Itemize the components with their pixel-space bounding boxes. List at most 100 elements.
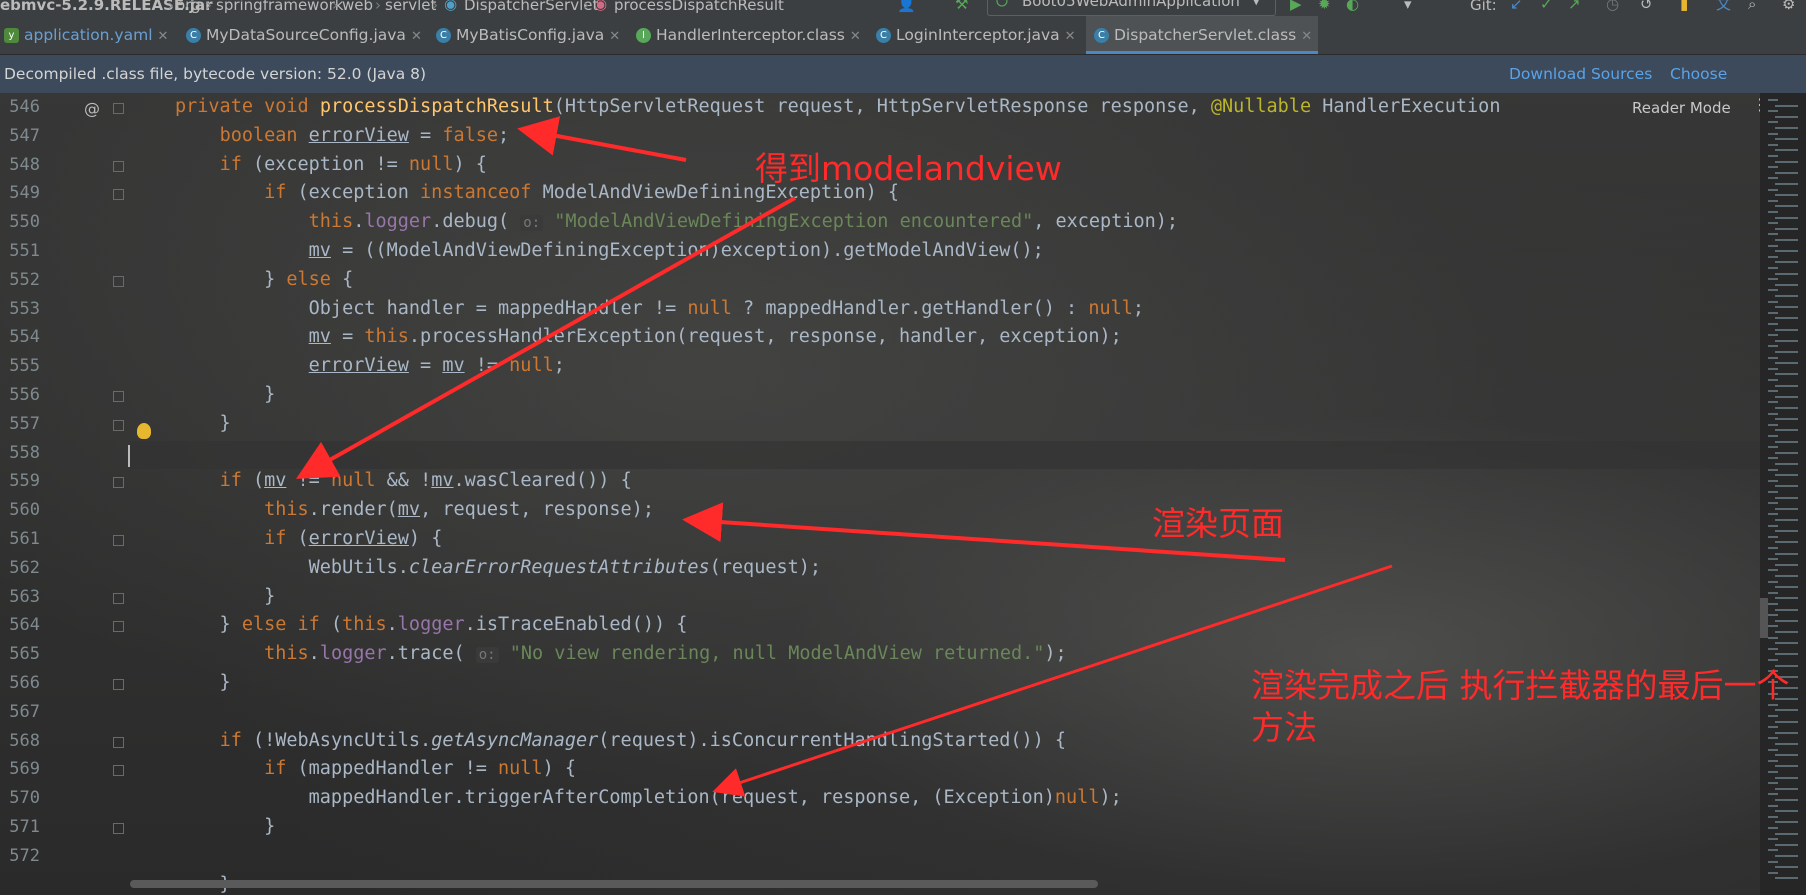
breadcrumb-web[interactable]: web xyxy=(342,0,373,13)
line-number: 550 xyxy=(9,212,40,233)
breadcrumb-springframework[interactable]: springframework xyxy=(216,0,343,13)
code-line[interactable]: private void processDispatchResult(HttpS… xyxy=(175,93,1500,121)
code-line[interactable]: errorView = mv != null; xyxy=(175,352,565,380)
close-icon[interactable]: ✕ xyxy=(850,29,861,44)
translate-icon[interactable]: 文 xyxy=(1716,0,1731,12)
minimap-line xyxy=(1768,390,1778,393)
fold-marker-icon[interactable] xyxy=(113,160,124,172)
breadcrumb-separator: › xyxy=(375,0,381,14)
gear-icon[interactable]: ⚙ xyxy=(1782,0,1795,12)
lightbulb-icon[interactable] xyxy=(137,423,151,439)
line-number: 568 xyxy=(9,730,40,751)
tab-application-yaml[interactable]: y application.yaml ✕ xyxy=(0,16,176,54)
minimap-line xyxy=(1768,435,1778,437)
fold-marker-icon[interactable] xyxy=(113,736,124,748)
code-line[interactable]: this.logger.trace( o: "No view rendering… xyxy=(175,640,1067,669)
code-line[interactable]: if (errorView) { xyxy=(175,525,442,553)
code-line[interactable]: } xyxy=(175,813,275,841)
tab-handlerinterceptor[interactable]: I HandlerInterceptor.class ✕ xyxy=(636,16,868,54)
run-icon[interactable]: ▶ xyxy=(1290,0,1302,12)
close-icon[interactable]: ✕ xyxy=(1301,29,1312,44)
annotation-after-render-line1: 渲染完成之后 执行拦截器的最后一个 xyxy=(1251,666,1790,705)
git-update-icon[interactable]: ↙ xyxy=(1510,0,1523,12)
minimap-line xyxy=(1775,608,1798,611)
fold-marker-icon[interactable] xyxy=(113,419,124,431)
fold-marker-icon[interactable] xyxy=(113,103,124,114)
code-minimap[interactable] xyxy=(1760,93,1806,895)
code-line[interactable]: if (mappedHandler != null) { xyxy=(175,755,576,783)
git-label: Git: xyxy=(1470,0,1497,14)
fold-marker-icon[interactable] xyxy=(113,823,124,834)
minimap-line xyxy=(1775,160,1798,163)
tab-dispatcherservlet[interactable]: C DispatcherServlet.class ✕ xyxy=(1086,16,1318,54)
fold-marker-icon[interactable] xyxy=(113,535,124,546)
breadcrumb-servlet[interactable]: servlet xyxy=(385,0,436,13)
code-line[interactable]: if (!WebAsyncUtils.getAsyncManager(reque… xyxy=(175,727,1067,755)
download-sources-link[interactable]: Download Sources xyxy=(1509,55,1652,93)
code-line[interactable]: } xyxy=(175,410,231,438)
code-line[interactable]: } else if (this.logger.isTraceEnabled())… xyxy=(175,611,688,639)
code-line[interactable]: } xyxy=(175,669,231,697)
close-icon[interactable]: ✕ xyxy=(158,29,169,44)
minimap-line xyxy=(1775,407,1798,409)
coverage-icon[interactable]: ◐ xyxy=(1346,0,1359,12)
minimap-line xyxy=(1768,804,1778,807)
debug-icon[interactable]: ✹ xyxy=(1318,0,1331,12)
tab-mydatasourceconfig[interactable]: C MyDataSourceConfig.java ✕ xyxy=(186,16,422,54)
git-push-icon[interactable]: ↗ xyxy=(1568,0,1581,12)
user-icon[interactable]: 👤 xyxy=(897,0,916,12)
code-line[interactable]: } else { xyxy=(175,266,353,294)
annotation-render-page: 渲染页面 xyxy=(1152,504,1284,543)
tab-logininterceptor[interactable]: C LoginInterceptor.java ✕ xyxy=(876,16,1088,54)
code-line[interactable]: } xyxy=(175,381,275,409)
fold-marker-icon[interactable] xyxy=(113,189,124,201)
minimap-line xyxy=(1768,468,1778,471)
fold-marker-icon[interactable] xyxy=(113,621,124,633)
fold-marker-icon[interactable] xyxy=(113,765,124,777)
fold-marker-icon[interactable] xyxy=(113,477,124,489)
code-line[interactable]: boolean errorView = false; xyxy=(175,122,510,150)
git-commit-icon[interactable]: ✓ xyxy=(1540,0,1553,12)
code-line[interactable]: this.render(mv, request, response); xyxy=(175,496,654,524)
hammer-icon[interactable]: ⚒ xyxy=(955,0,968,12)
project-structure-icon[interactable]: ▮ xyxy=(1680,0,1688,12)
tab-mybatisconfig[interactable]: C MyBatisConfig.java ✕ xyxy=(436,16,626,54)
minimap-scroll-thumb[interactable] xyxy=(1760,598,1768,638)
reader-mode-toggle[interactable]: Reader Mode xyxy=(1632,99,1731,117)
rollback-icon[interactable]: ↺ xyxy=(1640,0,1653,12)
minimap-line xyxy=(1768,457,1778,460)
text-caret xyxy=(128,445,130,467)
breadcrumb-org[interactable]: org xyxy=(176,0,201,13)
code-line[interactable]: } xyxy=(175,583,275,611)
code-line[interactable]: mappedHandler.triggerAfterCompletion(req… xyxy=(175,784,1122,812)
search-icon[interactable]: ⌕ xyxy=(1748,0,1756,12)
close-icon[interactable]: ✕ xyxy=(411,29,422,44)
minimap-line xyxy=(1768,177,1778,180)
close-icon[interactable]: ✕ xyxy=(609,29,620,44)
breadcrumb-method[interactable]: processDispatchResult xyxy=(614,0,784,13)
fold-marker-icon[interactable] xyxy=(113,391,124,402)
current-line-highlight xyxy=(130,441,1760,469)
chevron-down-icon[interactable]: ▾ xyxy=(1404,0,1412,12)
minimap-line xyxy=(1768,558,1778,561)
code-line[interactable]: mv = this.processHandlerException(reques… xyxy=(175,323,1122,351)
minimap-line xyxy=(1775,552,1798,555)
code-editor[interactable]: 546 547 548 549 550 551 552 553 554 555 556 557 558 5… xyxy=(0,93,1760,895)
history-icon[interactable]: ◷ xyxy=(1606,0,1619,12)
fold-marker-icon[interactable] xyxy=(113,275,124,287)
code-line[interactable]: this.logger.debug( o: "ModelAndViewDefin… xyxy=(175,208,1178,237)
close-icon[interactable]: ✕ xyxy=(1065,29,1076,44)
more-icon[interactable]: ⋮ xyxy=(1752,95,1760,114)
minimap-line xyxy=(1775,373,1798,376)
code-line[interactable]: Object handler = mappedHandler != null ?… xyxy=(175,295,1144,323)
fold-marker-icon[interactable] xyxy=(113,592,124,604)
code-line[interactable]: if (exception != null) { xyxy=(175,151,487,179)
horizontal-scrollbar[interactable] xyxy=(130,880,1098,888)
minimap-line xyxy=(1775,485,1798,488)
code-line[interactable]: if (mv != null && !mv.wasCleared()) { xyxy=(175,467,632,495)
code-line[interactable]: WebUtils.clearErrorRequestAttributes(req… xyxy=(175,554,821,582)
run-configuration-selector[interactable]: ⏻ Boot05WebAdminApplication ▼ xyxy=(987,0,1276,16)
fold-marker-icon[interactable] xyxy=(113,679,124,690)
breadcrumb-class[interactable]: DispatcherServlet xyxy=(464,0,598,13)
code-line[interactable]: mv = ((ModelAndViewDefiningException)exc… xyxy=(175,237,1044,265)
